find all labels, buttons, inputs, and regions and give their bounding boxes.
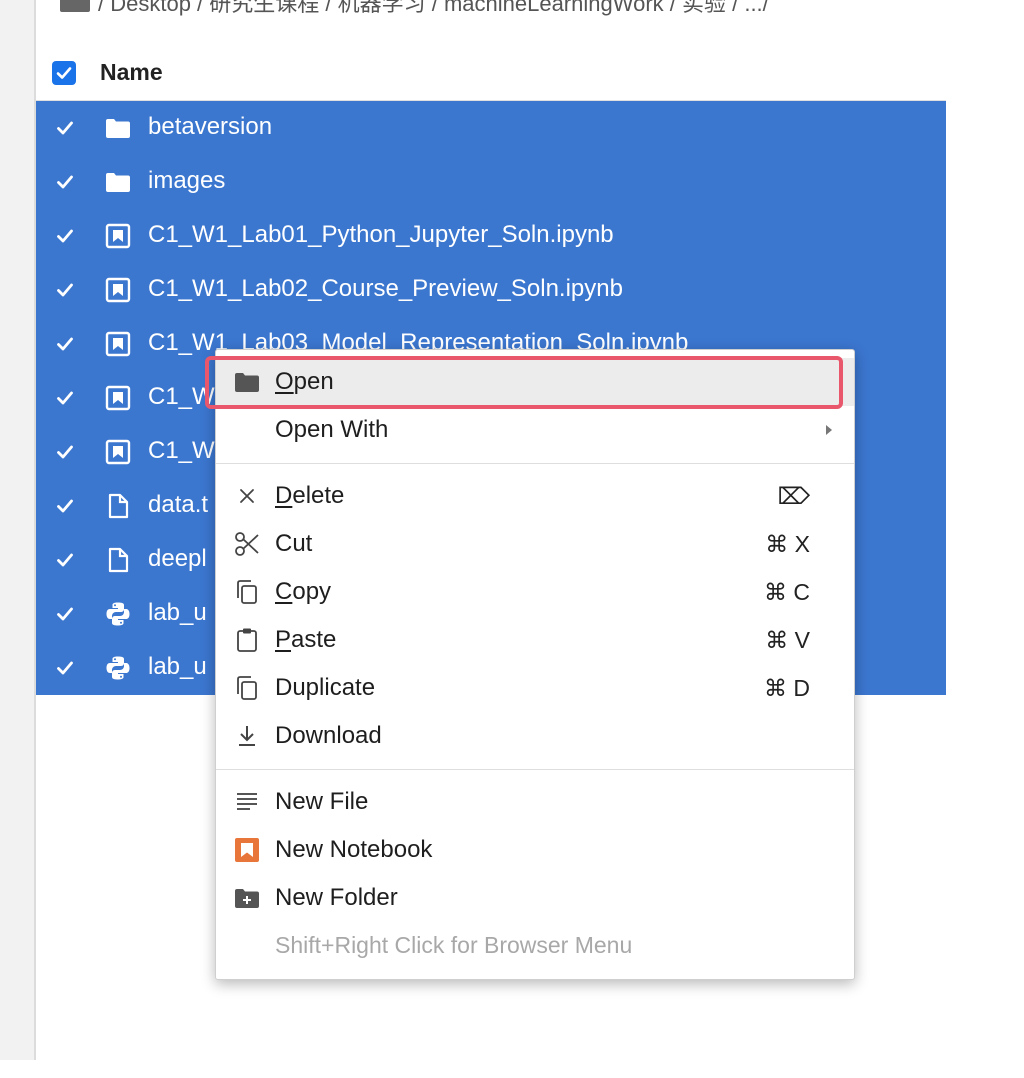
menu-item-new-file[interactable]: New File — [216, 778, 854, 826]
file-name[interactable]: C1_W — [148, 383, 215, 411]
menu-label-delete: Delete — [275, 482, 345, 509]
file-name[interactable]: deepl — [148, 545, 207, 573]
menu-item-new-notebook[interactable]: New Notebook — [216, 826, 854, 874]
file-row[interactable]: betaversion — [36, 101, 946, 155]
checkmark-icon — [57, 607, 73, 621]
python-icon — [104, 654, 132, 682]
submenu-arrow-icon — [826, 425, 832, 435]
notebook-icon — [234, 837, 260, 863]
browser-menu-hint: Shift+Right Click for Browser Menu — [275, 932, 633, 958]
clipboard-icon — [234, 627, 260, 653]
menu-separator — [216, 463, 854, 464]
notebook-icon — [104, 330, 132, 358]
checkmark-icon — [57, 553, 73, 567]
text-file-icon — [234, 789, 260, 815]
menu-label-duplicate: Duplicate — [275, 674, 376, 701]
download-icon — [234, 723, 260, 749]
checkmark-icon — [57, 391, 73, 405]
new-folder-icon — [234, 885, 260, 911]
file-name[interactable]: lab_u — [148, 599, 207, 627]
name-column-header[interactable]: Name — [100, 59, 163, 86]
menu-label-download: Download — [275, 722, 382, 749]
paste-shortcut: ⌘ V — [765, 627, 810, 653]
copy-icon — [234, 579, 260, 605]
row-checkbox[interactable] — [54, 117, 76, 139]
menu-separator — [216, 769, 854, 770]
bottom-strip — [0, 1060, 1024, 1078]
file-icon — [104, 492, 132, 520]
checkmark-icon — [57, 175, 73, 189]
row-checkbox[interactable] — [54, 279, 76, 301]
menu-label-new-notebook: New Notebook — [275, 836, 433, 863]
menu-label-open: Open — [275, 368, 334, 395]
file-name[interactable]: betaversion — [148, 113, 272, 141]
row-checkbox[interactable] — [54, 657, 76, 679]
notebook-icon — [104, 276, 132, 304]
menu-label-open-with: Open With — [275, 416, 389, 443]
menu-item-open-with[interactable]: Open With — [216, 406, 854, 454]
python-icon — [104, 600, 132, 628]
menu-item-new-folder[interactable]: New Folder — [216, 874, 854, 922]
menu-item-download[interactable]: Download — [216, 712, 854, 760]
menu-label-paste: Paste — [275, 626, 337, 653]
file-name[interactable]: lab_u — [148, 653, 207, 681]
row-checkbox[interactable] — [54, 333, 76, 355]
breadcrumb[interactable]: / Desktop / 研究生课程 / 机器学习 / machineLearni… — [60, 0, 945, 22]
row-checkbox[interactable] — [54, 225, 76, 247]
row-checkbox[interactable] — [54, 549, 76, 571]
row-checkbox[interactable] — [54, 441, 76, 463]
checkmark-icon — [57, 499, 73, 513]
menu-label-copy: Copy — [275, 578, 332, 605]
file-name[interactable]: C1_W1_Lab01_Python_Jupyter_Soln.ipynb — [148, 221, 614, 249]
checkmark-icon — [57, 445, 73, 459]
context-menu: Open Open With Delete ⌦ Cut ⌘ X Copy ⌘ C… — [215, 349, 855, 980]
cut-shortcut: ⌘ X — [765, 531, 810, 557]
menu-label-new-file: New File — [275, 788, 369, 815]
breadcrumb-path[interactable]: / Desktop / 研究生课程 / 机器学习 / machineLearni… — [98, 0, 769, 16]
notebook-icon — [104, 438, 132, 466]
file-name[interactable]: C1_W1_Lab02_Course_Preview_Soln.ipynb — [148, 275, 623, 303]
menu-item-paste[interactable]: Paste ⌘ V — [216, 616, 854, 664]
checkmark-icon — [57, 121, 73, 135]
checkmark-icon — [57, 337, 73, 351]
file-name[interactable]: images — [148, 167, 225, 195]
duplicate-shortcut: ⌘ D — [764, 675, 810, 701]
scissors-icon — [234, 531, 260, 557]
delete-key-icon: ⌦ — [777, 483, 810, 509]
folder-icon — [234, 369, 260, 395]
menu-item-copy[interactable]: Copy ⌘ C — [216, 568, 854, 616]
checkmark-icon — [57, 229, 73, 243]
copy-shortcut: ⌘ C — [764, 579, 810, 605]
file-list-header: Name — [36, 46, 946, 101]
checkmark-icon — [57, 283, 73, 297]
file-row[interactable]: images — [36, 155, 946, 209]
menu-label-cut: Cut — [275, 530, 313, 557]
row-checkbox[interactable] — [54, 387, 76, 409]
menu-label-new-folder: New Folder — [275, 884, 398, 911]
checkmark-icon — [57, 661, 73, 675]
file-name[interactable]: data.t — [148, 491, 208, 519]
menu-item-open[interactable]: Open — [216, 358, 854, 406]
folder-icon — [104, 114, 132, 142]
home-folder-icon[interactable] — [60, 0, 90, 13]
file-row[interactable]: C1_W1_Lab02_Course_Preview_Soln.ipynb — [36, 263, 946, 317]
menu-item-cut[interactable]: Cut ⌘ X — [216, 520, 854, 568]
checkmark-icon — [56, 67, 72, 79]
row-checkbox[interactable] — [54, 495, 76, 517]
notebook-icon — [104, 222, 132, 250]
menu-item-duplicate[interactable]: Duplicate ⌘ D — [216, 664, 854, 712]
row-checkbox[interactable] — [54, 171, 76, 193]
notebook-icon — [104, 384, 132, 412]
file-icon — [104, 546, 132, 574]
menu-item-delete[interactable]: Delete ⌦ — [216, 472, 854, 520]
select-all-checkbox[interactable] — [52, 61, 76, 85]
row-checkbox[interactable] — [54, 603, 76, 625]
file-name[interactable]: C1_W — [148, 437, 215, 465]
folder-icon — [104, 168, 132, 196]
file-row[interactable]: C1_W1_Lab01_Python_Jupyter_Soln.ipynb — [36, 209, 946, 263]
duplicate-icon — [234, 675, 260, 701]
close-icon — [234, 483, 260, 509]
left-gutter — [0, 0, 36, 1060]
